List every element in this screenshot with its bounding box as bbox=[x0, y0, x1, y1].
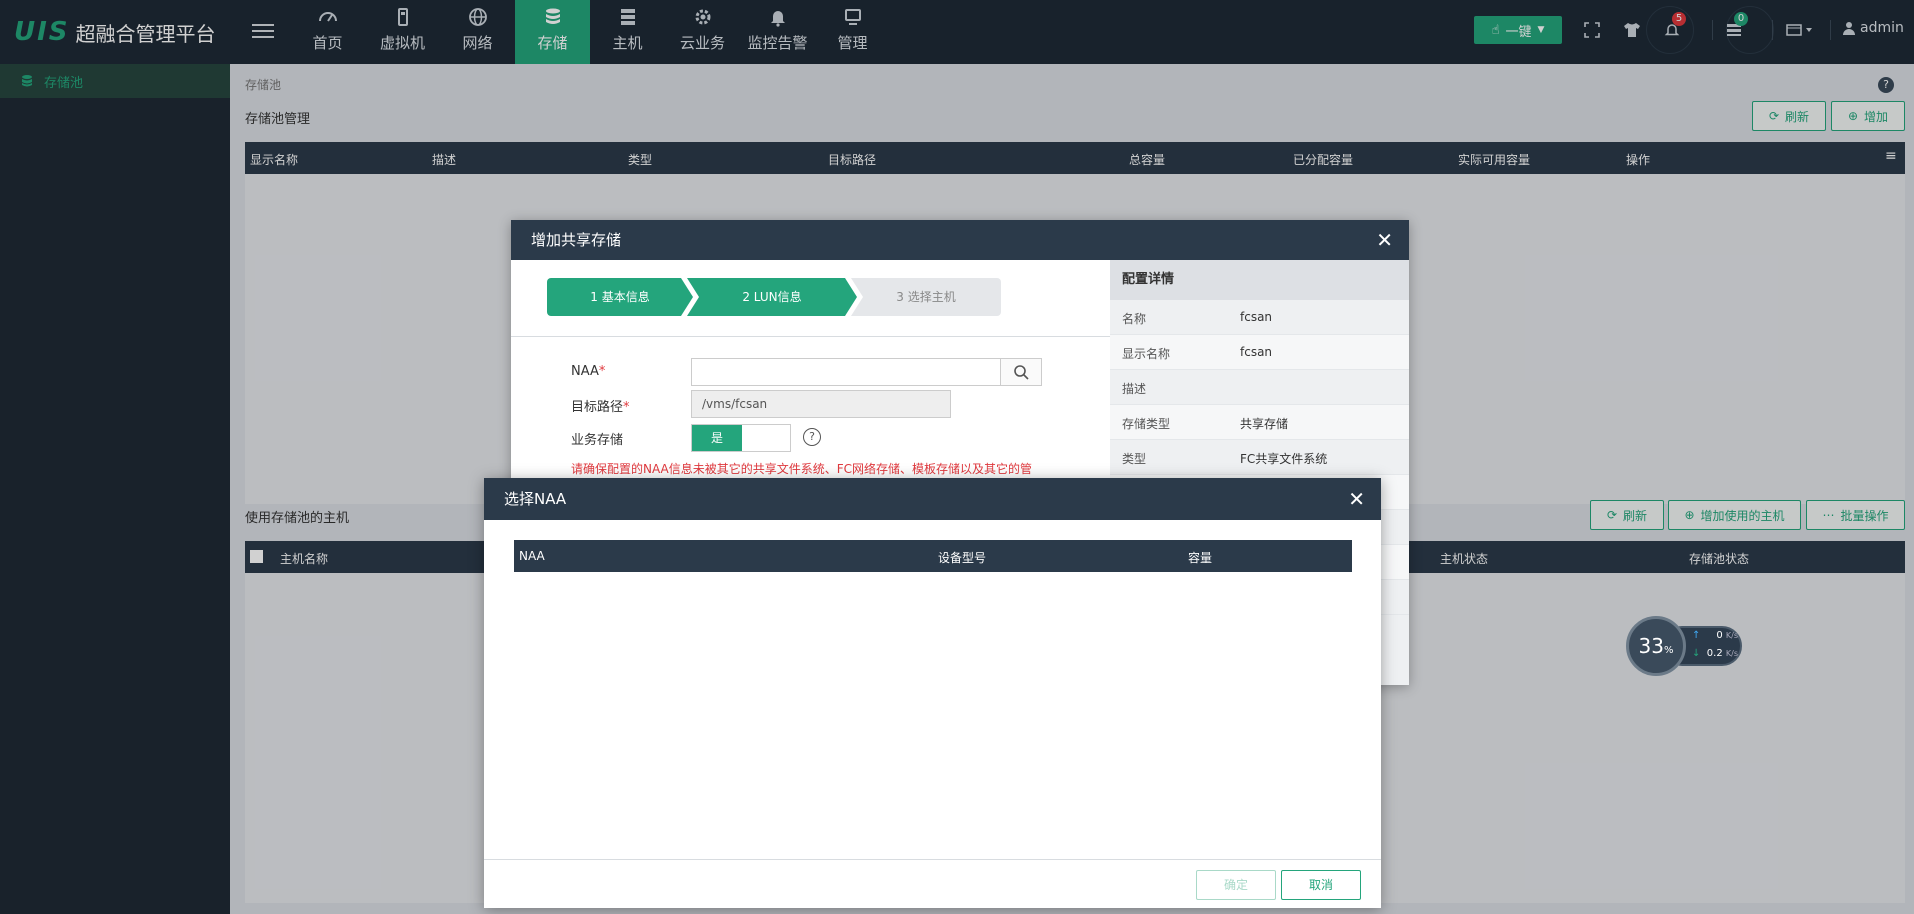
dialog-header: 选择NAA ✕ bbox=[484, 478, 1381, 520]
step-select-host[interactable]: 3 选择主机 bbox=[851, 278, 1001, 316]
cpu-percent: 33% bbox=[1626, 616, 1686, 676]
col-naa[interactable]: NAA bbox=[519, 549, 545, 563]
col-device-model[interactable]: 设备型号 bbox=[938, 549, 986, 566]
network-speed-widget[interactable]: 33% ↑ 0 K/s ↓ 0.2 K/s bbox=[1626, 616, 1746, 676]
toggle-on-label: 是 bbox=[692, 425, 742, 451]
naa-label: NAA* bbox=[571, 364, 606, 379]
detail-row: 存储类型 共享存储 bbox=[1110, 405, 1409, 440]
naa-table-header: NAA 设备型号 容量 bbox=[514, 540, 1352, 572]
dialog-header: 增加共享存储 ✕ bbox=[511, 220, 1409, 260]
detail-row: 类型 FC共享文件系统 bbox=[1110, 440, 1409, 475]
naa-input[interactable] bbox=[691, 358, 1001, 386]
dialog-title: 选择NAA bbox=[504, 490, 567, 508]
col-capacity[interactable]: 容量 bbox=[1188, 549, 1212, 566]
detail-row: 显示名称 fcsan bbox=[1110, 335, 1409, 370]
detail-row: 名称 fcsan bbox=[1110, 300, 1409, 335]
dialog-footer-divider bbox=[484, 859, 1381, 860]
confirm-button[interactable]: 确定 bbox=[1196, 870, 1276, 900]
step-lun-info[interactable]: 2 LUN信息 bbox=[687, 278, 857, 316]
question-icon[interactable]: ? bbox=[803, 428, 821, 446]
business-storage-toggle[interactable]: 是 bbox=[691, 424, 791, 452]
naa-search-button[interactable] bbox=[1000, 358, 1042, 386]
business-storage-label: 业务存储 bbox=[571, 433, 624, 448]
select-naa-dialog: 选择NAA ✕ NAA 设备型号 容量 确定 取消 bbox=[484, 478, 1381, 908]
target-path-input[interactable]: /vms/fcsan bbox=[691, 390, 951, 418]
close-icon[interactable]: ✕ bbox=[1348, 478, 1365, 520]
path-label: 目标路径* bbox=[571, 400, 630, 415]
download-speed: ↓ 0.2 K/s bbox=[1692, 648, 1738, 659]
detail-row: 描述 bbox=[1110, 370, 1409, 405]
close-icon[interactable]: ✕ bbox=[1376, 220, 1393, 260]
warning-text: 请确保配置的NAA信息未被其它的共享文件系统、FC网络存储、模板存储以及其它的管 bbox=[571, 462, 1033, 476]
step-basic-info[interactable]: 1 基本信息 bbox=[547, 278, 693, 316]
details-title: 配置详情 bbox=[1110, 260, 1409, 300]
upload-speed: ↑ 0 K/s bbox=[1692, 630, 1738, 641]
search-icon bbox=[1014, 365, 1029, 380]
dialog-title: 增加共享存储 bbox=[531, 231, 622, 249]
cancel-button[interactable]: 取消 bbox=[1281, 870, 1361, 900]
divider bbox=[511, 336, 1110, 337]
